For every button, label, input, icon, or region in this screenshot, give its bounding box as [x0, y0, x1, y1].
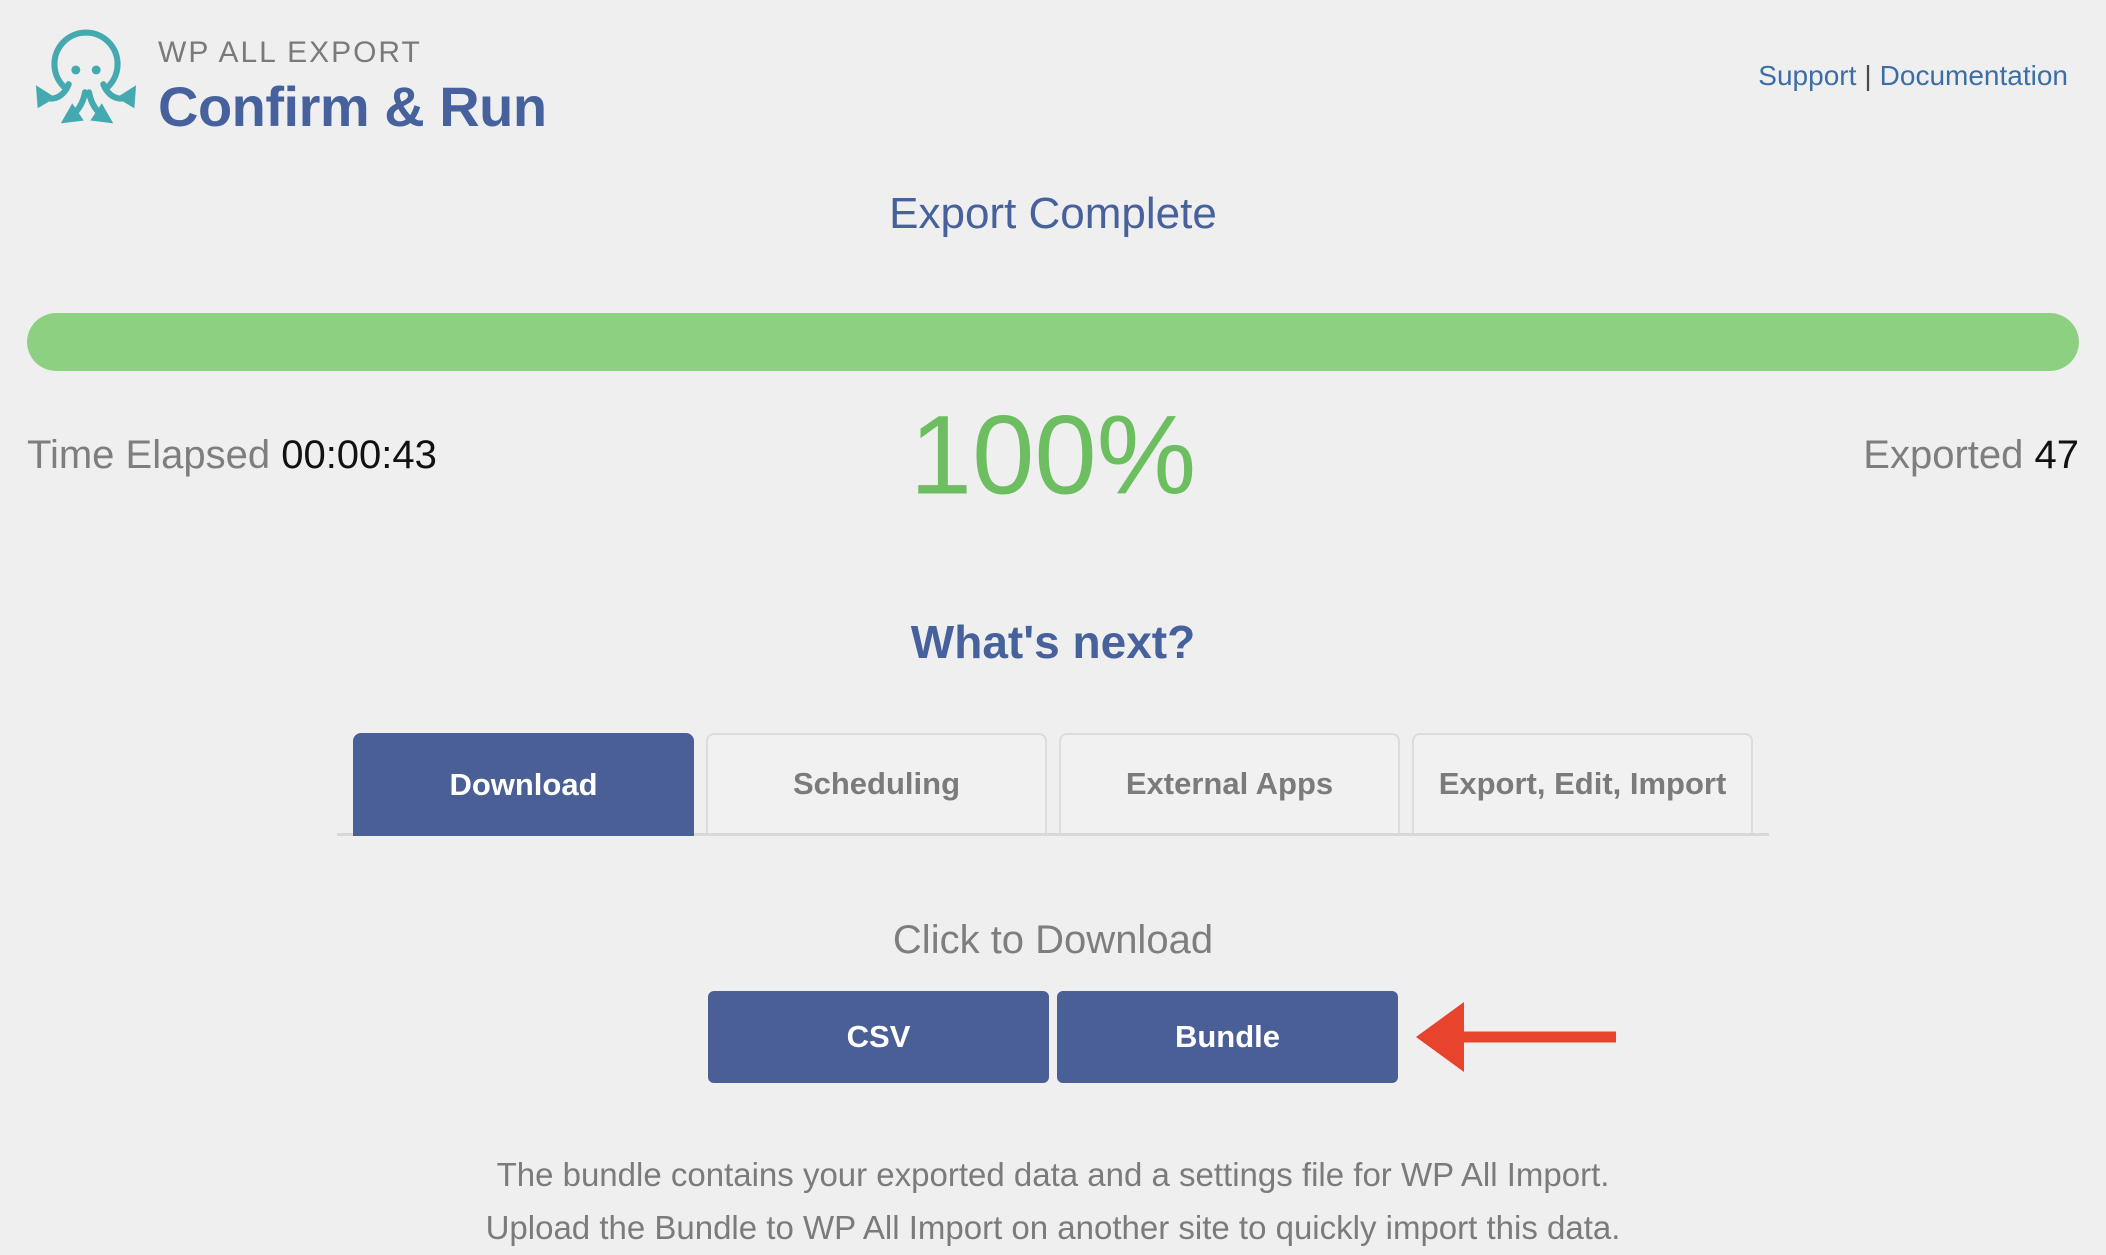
main-content: Export Complete Time Elapsed 00:00:43 10… [0, 189, 2106, 1255]
header-links: Support | Documentation [1758, 60, 2068, 92]
header: WP ALL EXPORT Confirm & Run Support | Docu… [0, 0, 2106, 139]
exported-count: Exported 47 [1863, 433, 2079, 478]
brand-name: WP ALL EXPORT [158, 36, 422, 69]
progress-bar-fill [27, 313, 2079, 371]
bundle-note: The bundle contains your exported data a… [27, 1149, 2079, 1255]
tab-export-edit-import[interactable]: Export, Edit, Import [1412, 733, 1753, 833]
octopus-logo-icon [35, 29, 137, 124]
whats-next-heading: What's next? [910, 616, 1196, 668]
stats-row: Time Elapsed 00:00:43 100% Exported 47 [27, 381, 2079, 529]
brand: WP ALL EXPORT Confirm & Run [30, 16, 547, 139]
download-buttons-row: CSV Bundle [27, 991, 2079, 1083]
progress-bar [27, 313, 2079, 371]
tab-scheduling[interactable]: Scheduling [706, 733, 1047, 833]
exported-value: 47 [2034, 432, 2080, 477]
exported-label: Exported [1863, 432, 2024, 477]
time-elapsed-value: 00:00:43 [281, 432, 437, 477]
support-link[interactable]: Support [1758, 60, 1856, 91]
click-to-download-heading: Click to Download [892, 918, 1214, 962]
export-complete-heading: Export Complete [889, 189, 1217, 238]
bundle-download-button[interactable]: Bundle [1057, 991, 1398, 1083]
bundle-note-line2: Upload the Bundle to WP All Import on an… [485, 1208, 1621, 1246]
time-elapsed-label: Time Elapsed [27, 432, 271, 477]
tab-external-apps[interactable]: External Apps [1059, 733, 1400, 833]
time-elapsed: Time Elapsed 00:00:43 [27, 433, 437, 478]
documentation-link[interactable]: Documentation [1880, 60, 2068, 91]
link-separator: | [1864, 60, 1872, 91]
red-arrow-icon [1413, 987, 1618, 1087]
tab-download[interactable]: Download [353, 733, 694, 836]
bundle-note-line1: The bundle contains your exported data a… [496, 1156, 1610, 1193]
percent-complete: 100% [909, 392, 1197, 518]
csv-download-button[interactable]: CSV [708, 991, 1049, 1083]
tab-bar: Download Scheduling External Apps Export… [337, 733, 1769, 836]
page-title: Confirm & Run [158, 75, 547, 138]
brand-text: WP ALL EXPORT Confirm & Run [158, 36, 547, 139]
